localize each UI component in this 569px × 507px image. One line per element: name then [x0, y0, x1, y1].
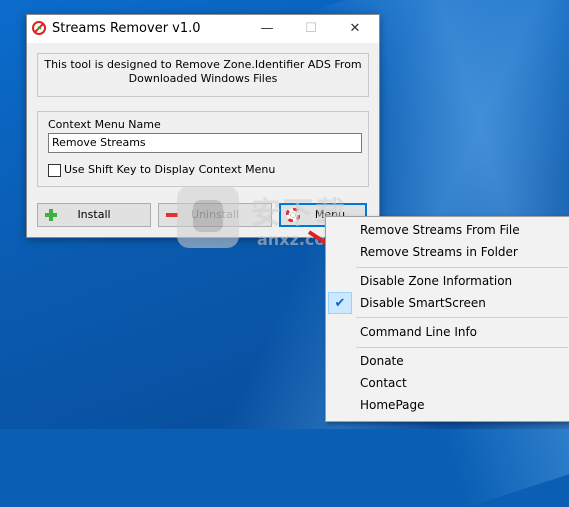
context-menu-group: Context Menu Name Use Shift Key to Displ…: [37, 111, 369, 187]
uninstall-button-label: Uninstall: [191, 208, 239, 221]
install-button[interactable]: Install: [37, 203, 151, 227]
menu-item-remove-streams-folder[interactable]: Remove Streams in Folder: [326, 241, 569, 263]
menu-item-remove-streams-file[interactable]: Remove Streams From File: [326, 219, 569, 241]
menu-item-command-line-info[interactable]: Command Line Info: [326, 321, 569, 343]
title-bar[interactable]: Streams Remover v1.0 — ☐ ✕: [27, 15, 379, 43]
minus-icon: [166, 213, 178, 217]
menu-separator: [356, 317, 568, 318]
menu-item-homepage[interactable]: HomePage: [326, 394, 569, 416]
uninstall-button[interactable]: Uninstall: [158, 203, 272, 227]
app-window: Streams Remover v1.0 — ☐ ✕ This tool is …: [26, 14, 380, 238]
menu-separator: [356, 347, 568, 348]
window-title: Streams Remover v1.0: [52, 21, 201, 36]
checkmark-icon: ✔: [328, 292, 352, 314]
close-button[interactable]: ✕: [333, 15, 377, 43]
description-line-2: Downloaded Windows Files: [128, 72, 278, 85]
menu-item-disable-zone-information[interactable]: Disable Zone Information: [326, 270, 569, 292]
shift-key-checkbox[interactable]: [48, 164, 61, 177]
menu-item-donate[interactable]: Donate: [326, 350, 569, 372]
menu-separator: [356, 267, 568, 268]
lifebuoy-icon: [286, 208, 300, 222]
context-menu-name-input[interactable]: [48, 133, 362, 153]
install-button-label: Install: [77, 208, 111, 221]
description-line-1: This tool is designed to Remove Zone.Ide…: [44, 58, 362, 71]
description-box: This tool is designed to Remove Zone.Ide…: [37, 53, 369, 97]
context-menu: Remove Streams From File Remove Streams …: [325, 216, 569, 422]
shift-key-checkbox-label: Use Shift Key to Display Context Menu: [64, 163, 276, 176]
maximize-button[interactable]: ☐: [289, 15, 333, 43]
context-menu-name-label: Context Menu Name: [48, 118, 161, 131]
app-icon: [32, 21, 46, 35]
minimize-button[interactable]: —: [245, 15, 289, 43]
menu-item-disable-smartscreen[interactable]: ✔ Disable SmartScreen: [326, 292, 569, 314]
plus-icon: [45, 209, 57, 221]
menu-item-contact[interactable]: Contact: [326, 372, 569, 394]
